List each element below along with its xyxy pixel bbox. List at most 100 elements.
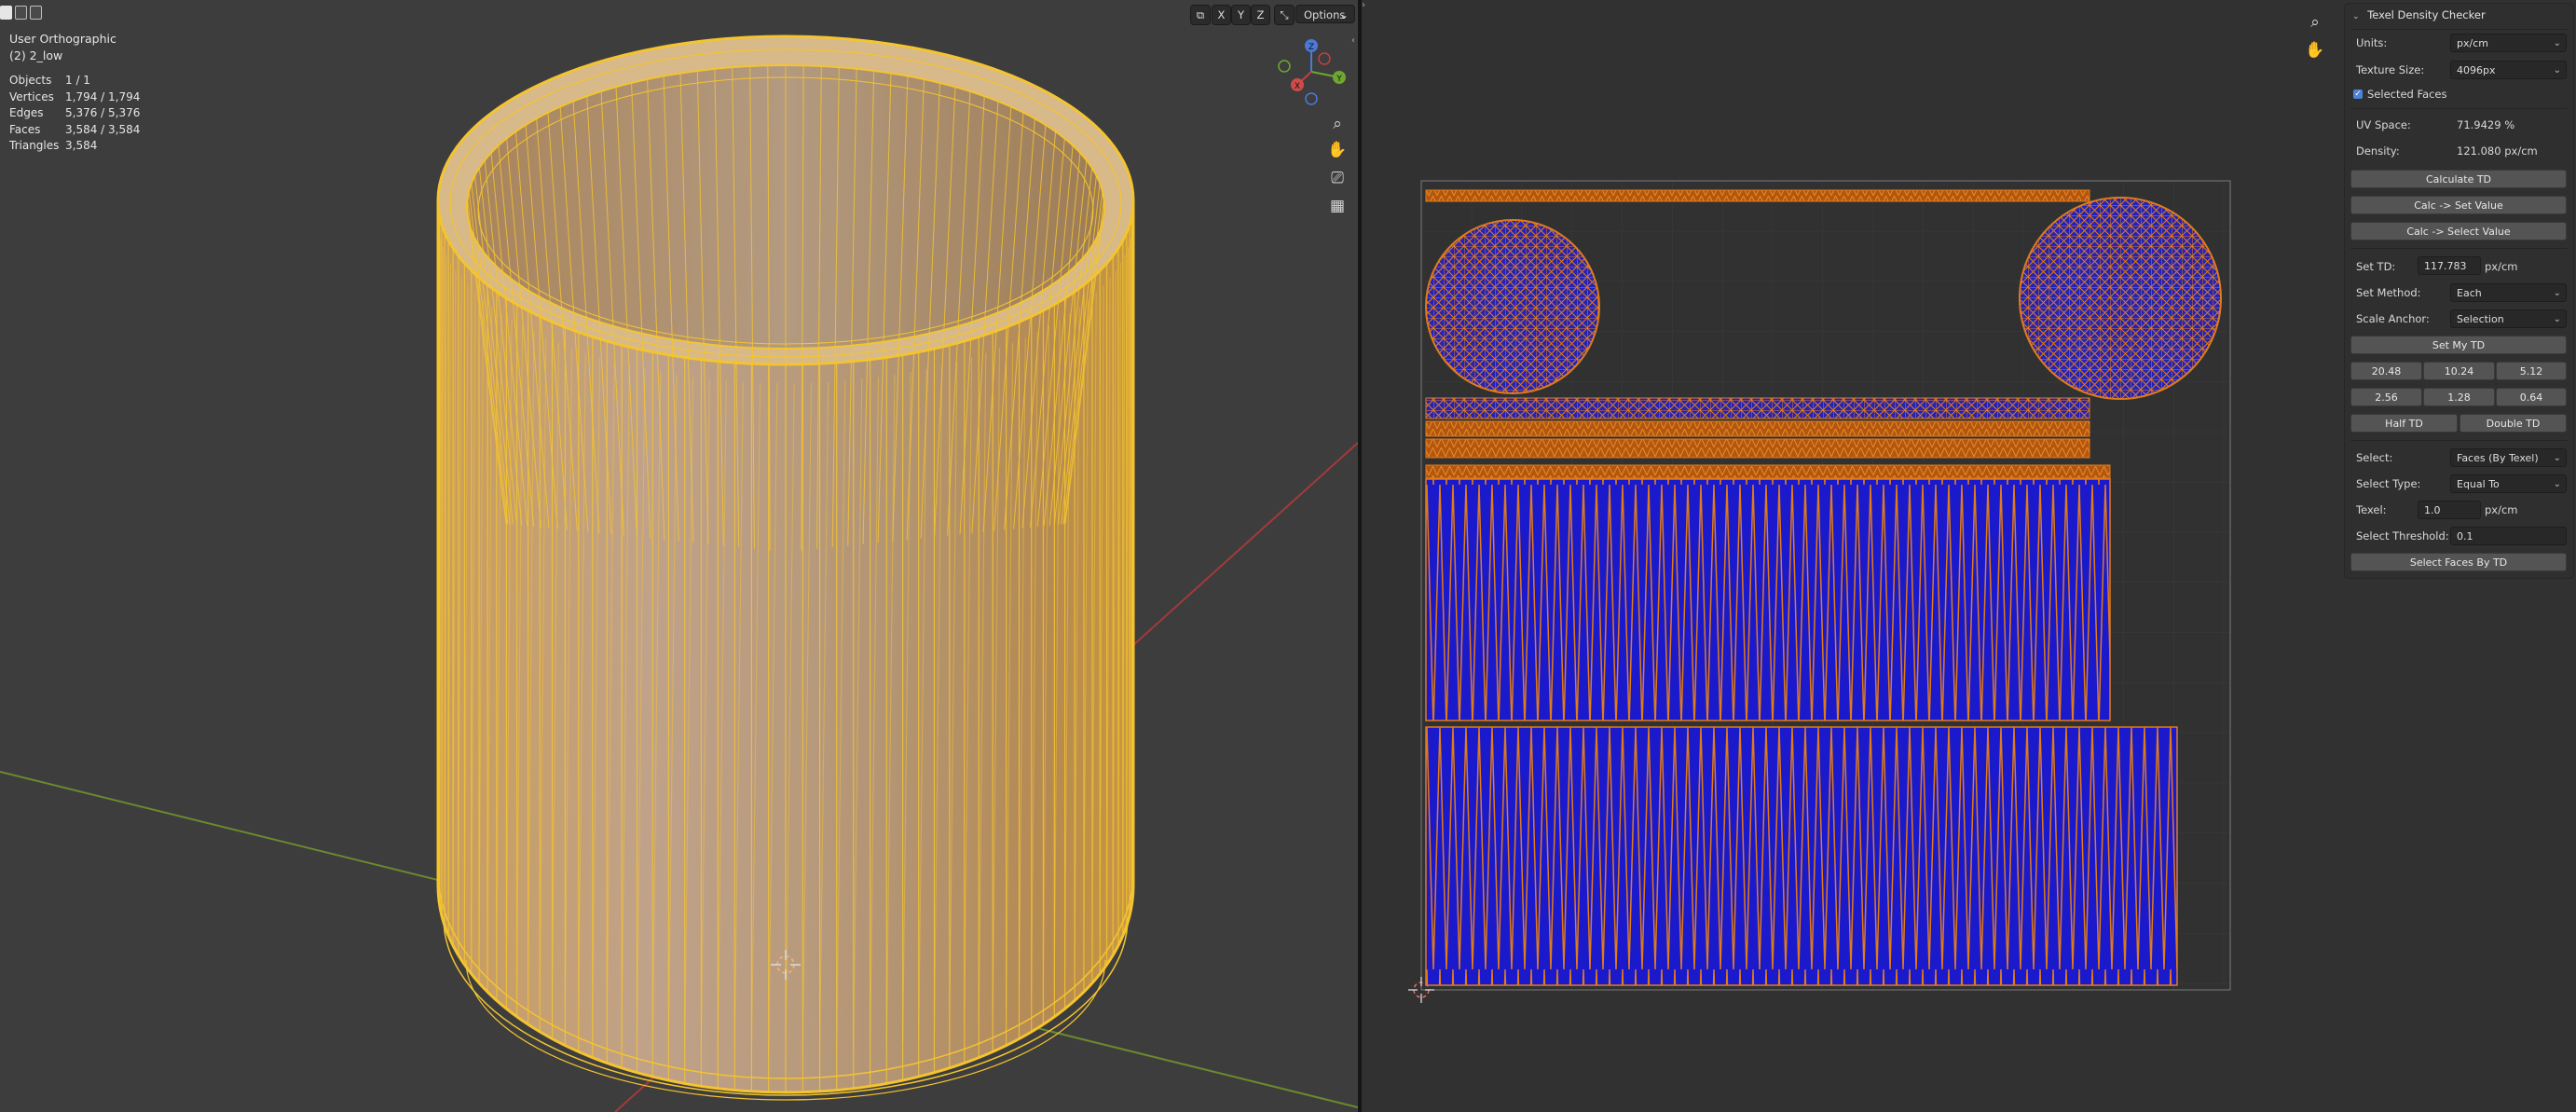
navigation-gizmo[interactable]: Z Y X	[1272, 33, 1356, 112]
preset-button[interactable]: 0.64	[2496, 388, 2567, 406]
uv-island-inner-disc[interactable]	[2019, 197, 2222, 400]
gizmo-neg-x-icon[interactable]	[1318, 52, 1331, 65]
stat-key: Vertices	[9, 89, 54, 103]
double-td-button[interactable]: Double TD	[2460, 414, 2567, 432]
stat-value: 3,584 / 3,584	[65, 122, 141, 136]
set-my-td-button[interactable]: Set My TD	[2350, 336, 2567, 354]
uv-island-strip-3[interactable]	[1425, 438, 2090, 459]
snap-icon[interactable]: ⤡	[1274, 5, 1295, 25]
uv-island-strip-1[interactable]	[1425, 397, 2090, 419]
set-method-dropdown[interactable]: Each ⌄	[2450, 283, 2567, 302]
object-name: (2) 2_low	[9, 48, 63, 62]
uv-editor[interactable]: › ⌕ ✋ ⌄ Texel Density Checker Units: px/…	[1362, 0, 2576, 1112]
uv-island-inner-wall[interactable]	[1425, 478, 2111, 721]
collapse-arrow-icon[interactable]: ‹	[1351, 35, 1355, 46]
selected-faces-checkbox[interactable]: ✓	[2353, 89, 2363, 99]
scale-anchor-label: Scale Anchor:	[2356, 312, 2430, 325]
select-label: Select:	[2356, 451, 2393, 464]
stat-value: 1,794 / 1,794	[65, 89, 141, 103]
texture-size-label: Texture Size:	[2356, 63, 2425, 76]
gizmo-y-label: Y	[1336, 75, 1342, 84]
set-method-value: Each	[2457, 287, 2482, 299]
uv-island-strip-2[interactable]	[1425, 420, 2090, 437]
uv-space-label: UV Space:	[2356, 118, 2411, 131]
stat-row: Vertices 1,794 / 1,794	[9, 89, 140, 106]
stats-list: Objects 1 / 1 Vertices 1,794 / 1,794 Edges 5,…	[9, 73, 140, 155]
stat-key: Edges	[9, 106, 44, 119]
face-select-icon[interactable]	[30, 6, 42, 20]
preset-button[interactable]: 2.56	[2350, 388, 2422, 406]
stat-row: Objects 1 / 1	[9, 73, 140, 89]
preset-button[interactable]: 20.48	[2350, 362, 2422, 380]
view-name: User Orthographic	[9, 32, 116, 46]
viewport-header: ⧉ X Y Z ⤡ Options ⌄	[1190, 3, 1358, 25]
stat-key: Faces	[9, 122, 41, 136]
gizmo-z-label: Z	[1309, 43, 1314, 52]
set-method-label: Set Method:	[2356, 286, 2421, 299]
stat-row: Edges 5,376 / 5,376	[9, 105, 140, 122]
uv-island-strip-4[interactable]	[1425, 464, 2111, 479]
panel-separator	[2350, 440, 2568, 441]
axis-x-toggle[interactable]: X	[1212, 5, 1231, 25]
units-value: px/cm	[2457, 37, 2488, 49]
uv-island-outer-wall[interactable]	[1425, 726, 2178, 986]
zoom-icon[interactable]: ⌕	[1323, 110, 1351, 138]
select-faces-by-td-button[interactable]: Select Faces By TD	[2350, 553, 2567, 571]
chevron-down-icon: ⌄	[2553, 314, 2561, 324]
calc-select-value-button[interactable]: Calc -> Select Value	[2350, 222, 2567, 240]
cup-mesh[interactable]	[436, 34, 1135, 1101]
density-value: 121.080 px/cm	[2457, 144, 2538, 158]
set-td-label: Set TD:	[2356, 260, 2396, 273]
vertex-select-icon[interactable]	[0, 6, 12, 20]
uv-island-rim-strip[interactable]	[1425, 189, 2090, 202]
pan-hand-icon[interactable]: ✋	[1323, 136, 1351, 164]
select-mode-group[interactable]	[0, 5, 43, 21]
calculate-td-button[interactable]: Calculate TD	[2350, 170, 2567, 188]
scale-anchor-dropdown[interactable]: Selection ⌄	[2450, 309, 2567, 328]
select-threshold-label: Select Threshold:	[2356, 529, 2449, 542]
panel-header[interactable]: ⌄ Texel Density Checker	[2352, 8, 2486, 21]
uv-island-bottom-disc[interactable]	[1425, 219, 1600, 394]
texel-input[interactable]: 1.0	[2418, 501, 2481, 519]
set-td-unit: px/cm	[2485, 260, 2518, 273]
half-td-button[interactable]: Half TD	[2350, 414, 2458, 432]
chevron-down-icon: ⌄	[2553, 38, 2561, 48]
texel-unit: px/cm	[2485, 503, 2518, 516]
panel-title: Texel Density Checker	[2367, 8, 2486, 21]
texel-label: Texel:	[2356, 503, 2387, 516]
select-type-dropdown[interactable]: Equal To ⌄	[2450, 474, 2567, 493]
gizmo-neg-y-icon[interactable]	[1278, 60, 1291, 73]
stat-row: Triangles 3,584	[9, 138, 140, 155]
grid-icon[interactable]: ▦	[1323, 192, 1351, 220]
gizmo-neg-z-icon[interactable]	[1305, 92, 1318, 105]
uv-pan-hand-icon[interactable]: ✋	[2301, 36, 2329, 64]
preset-button[interactable]: 1.28	[2423, 388, 2495, 406]
axis-z-toggle[interactable]: Z	[1251, 5, 1270, 25]
texture-size-dropdown[interactable]: 4096px ⌄	[2450, 61, 2567, 79]
calc-set-value-button[interactable]: Calc -> Set Value	[2350, 196, 2567, 214]
select-value: Faces (By Texel)	[2457, 452, 2539, 464]
panel-collapse-icon[interactable]: ⌄	[2352, 12, 2360, 21]
mirror-icon[interactable]: ⧉	[1190, 5, 1211, 25]
axis-y-toggle[interactable]: Y	[1231, 5, 1251, 25]
panel-separator	[2350, 108, 2568, 109]
chevron-down-icon: ⌄	[1339, 8, 1349, 21]
preset-button[interactable]: 5.12	[2496, 362, 2567, 380]
density-label: Density:	[2356, 144, 2400, 158]
preset-button[interactable]: 10.24	[2423, 362, 2495, 380]
select-dropdown[interactable]: Faces (By Texel) ⌄	[2450, 448, 2567, 467]
chevron-down-icon: ⌄	[2553, 479, 2561, 489]
stat-row: Faces 3,584 / 3,584	[9, 122, 140, 139]
viewport-info: User Orthographic (2) 2_low Objects 1 / 1…	[9, 31, 140, 155]
selected-faces-label: Selected Faces	[2367, 88, 2447, 101]
units-dropdown[interactable]: px/cm ⌄	[2450, 34, 2567, 52]
camera-icon[interactable]: ⎚	[1323, 164, 1351, 192]
texture-size-value: 4096px	[2457, 64, 2496, 76]
uv-zoom-icon[interactable]: ⌕	[2301, 8, 2329, 36]
set-td-input[interactable]: 117.783	[2418, 256, 2481, 275]
select-threshold-input[interactable]: 0.1	[2450, 527, 2567, 545]
edge-select-icon[interactable]	[15, 6, 27, 20]
3d-viewport[interactable]: User Orthographic (2) 2_low Objects 1 / 1…	[0, 0, 1358, 1112]
options-dropdown[interactable]: Options ⌄	[1295, 5, 1355, 23]
uv-space-value: 71.9429 %	[2457, 118, 2515, 131]
